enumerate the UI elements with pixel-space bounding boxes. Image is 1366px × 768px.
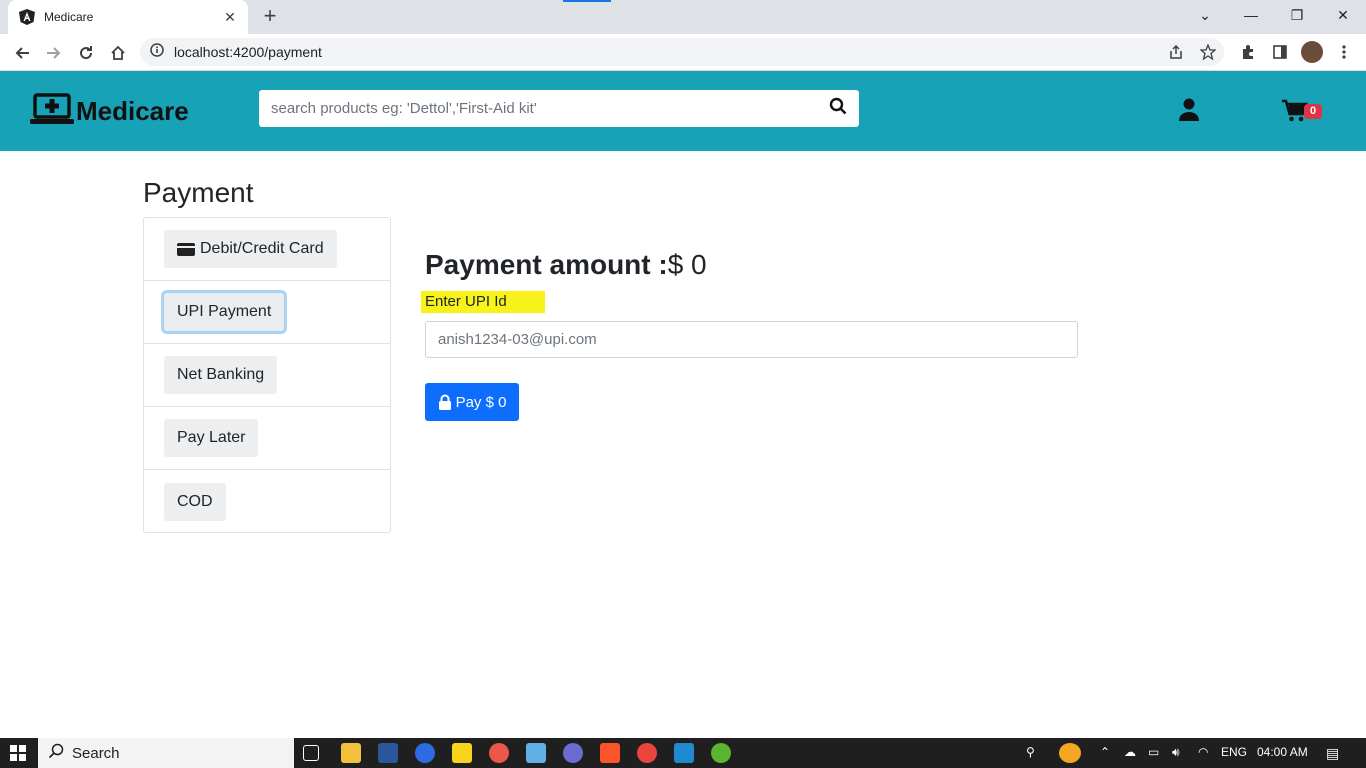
clock[interactable]: 04:00 AM [1257, 745, 1308, 759]
site-header: Medicare 0 [0, 71, 1366, 151]
spring-tool-icon[interactable] [711, 743, 731, 763]
tab-indicator [563, 0, 611, 2]
net-banking-button[interactable]: Net Banking [164, 356, 278, 394]
close-tab-icon[interactable]: ✕ [222, 9, 238, 26]
reload-icon[interactable] [74, 41, 98, 65]
browser-menu-icon[interactable] [1333, 41, 1355, 63]
site-info-icon[interactable] [150, 42, 164, 62]
cart-count-badge: 0 [1304, 104, 1322, 119]
list-item: Net Banking [144, 344, 390, 407]
brand-name: Medicare [76, 96, 189, 126]
cod-button[interactable]: COD [164, 482, 226, 521]
browser-toolbar: localhost:4200/payment [0, 34, 1366, 71]
medical-laptop-icon [30, 93, 74, 130]
payment-method-list: Debit/Credit Card UPI Payment Net Bankin… [143, 217, 391, 533]
lock-icon [438, 394, 451, 410]
word-icon[interactable] [378, 743, 398, 763]
restore-icon[interactable]: ❐ [1282, 4, 1312, 26]
volume-icon[interactable]: 🔊︎ [1172, 745, 1180, 760]
paint-icon[interactable] [489, 743, 509, 763]
list-item: Pay Later [144, 407, 390, 470]
browser-tabstrip: Medicare ✕ + ⌄ — ❐ ✕ [0, 0, 1366, 34]
people-icon[interactable]: ⚲ [1026, 745, 1035, 759]
pay-later-button[interactable]: Pay Later [164, 419, 259, 457]
search-icon[interactable] [829, 97, 847, 120]
back-icon[interactable] [10, 41, 34, 65]
forward-icon[interactable] [42, 41, 66, 65]
battery-icon[interactable]: ▭ [1148, 745, 1159, 759]
bookmark-star-icon[interactable] [1197, 41, 1219, 63]
list-item: Debit/Credit Card [144, 218, 390, 281]
upi-id-input[interactable] [425, 321, 1078, 358]
language-indicator[interactable]: ENG [1221, 745, 1247, 759]
new-tab-icon[interactable]: + [258, 5, 282, 29]
credit-card-icon [177, 242, 195, 256]
wifi-icon[interactable]: ◠ [1198, 745, 1208, 759]
browser-tab[interactable]: Medicare ✕ [8, 0, 248, 34]
amount-value: $ 0 [667, 249, 707, 280]
taskbar-search[interactable]: Search [38, 738, 294, 768]
angular-icon [18, 8, 36, 26]
user-icon[interactable] [1178, 98, 1200, 122]
chevron-up-icon[interactable]: ⌃ [1100, 745, 1110, 759]
method-label: Debit/Credit Card [200, 240, 324, 257]
side-panel-icon[interactable] [1269, 41, 1291, 63]
share-icon[interactable] [1165, 41, 1187, 63]
app-icon[interactable] [563, 743, 583, 763]
address-bar[interactable]: localhost:4200/payment [140, 38, 1224, 66]
list-item: UPI Payment [144, 281, 390, 344]
task-view-icon[interactable] [303, 745, 319, 761]
taskbar-search-label: Search [72, 744, 120, 762]
minimize-icon[interactable]: — [1236, 4, 1266, 26]
notifications-icon[interactable]: ▤ [1326, 745, 1339, 762]
tab-search-chevron-icon[interactable]: ⌄ [1190, 4, 1220, 26]
pay-button[interactable]: Pay $ 0 [425, 383, 519, 421]
notepad-icon[interactable] [526, 743, 546, 763]
upi-payment-button[interactable]: UPI Payment [164, 293, 285, 331]
page-title: Payment [143, 177, 254, 208]
brand-logo[interactable]: Medicare [30, 93, 189, 130]
amount-label: Payment amount : [425, 249, 668, 280]
brave-icon[interactable] [600, 743, 620, 763]
search-input[interactable] [271, 100, 829, 117]
home-icon[interactable] [106, 41, 130, 65]
debit-credit-card-button[interactable]: Debit/Credit Card [164, 230, 337, 268]
search-icon [48, 743, 64, 764]
file-explorer-icon[interactable] [341, 743, 361, 763]
sticky-notes-icon[interactable] [452, 743, 472, 763]
windows-start-icon[interactable] [10, 745, 26, 761]
payment-amount-heading: Payment amount :$ 0 [425, 249, 707, 281]
pay-button-label: Pay $ 0 [455, 393, 507, 411]
upi-id-label: Enter UPI Id [421, 291, 545, 313]
close-window-icon[interactable]: ✕ [1328, 4, 1358, 26]
product-search [259, 90, 859, 127]
vscode-icon[interactable] [674, 743, 694, 763]
extensions-icon[interactable] [1237, 41, 1259, 63]
tab-title: Medicare [44, 10, 94, 24]
onedrive-icon[interactable]: ☁ [1124, 745, 1136, 759]
windows-taskbar: Search ⚲ ⌃ ☁ ▭ 🔊︎ ◠ ENG 04:00 AM ▤ [0, 738, 1366, 768]
weather-icon[interactable] [1059, 743, 1081, 763]
zoom-icon[interactable] [415, 743, 435, 763]
profile-avatar[interactable] [1301, 41, 1323, 63]
chrome-icon[interactable] [637, 743, 657, 763]
url-text: localhost:4200/payment [174, 44, 322, 60]
list-item: COD [144, 470, 390, 533]
